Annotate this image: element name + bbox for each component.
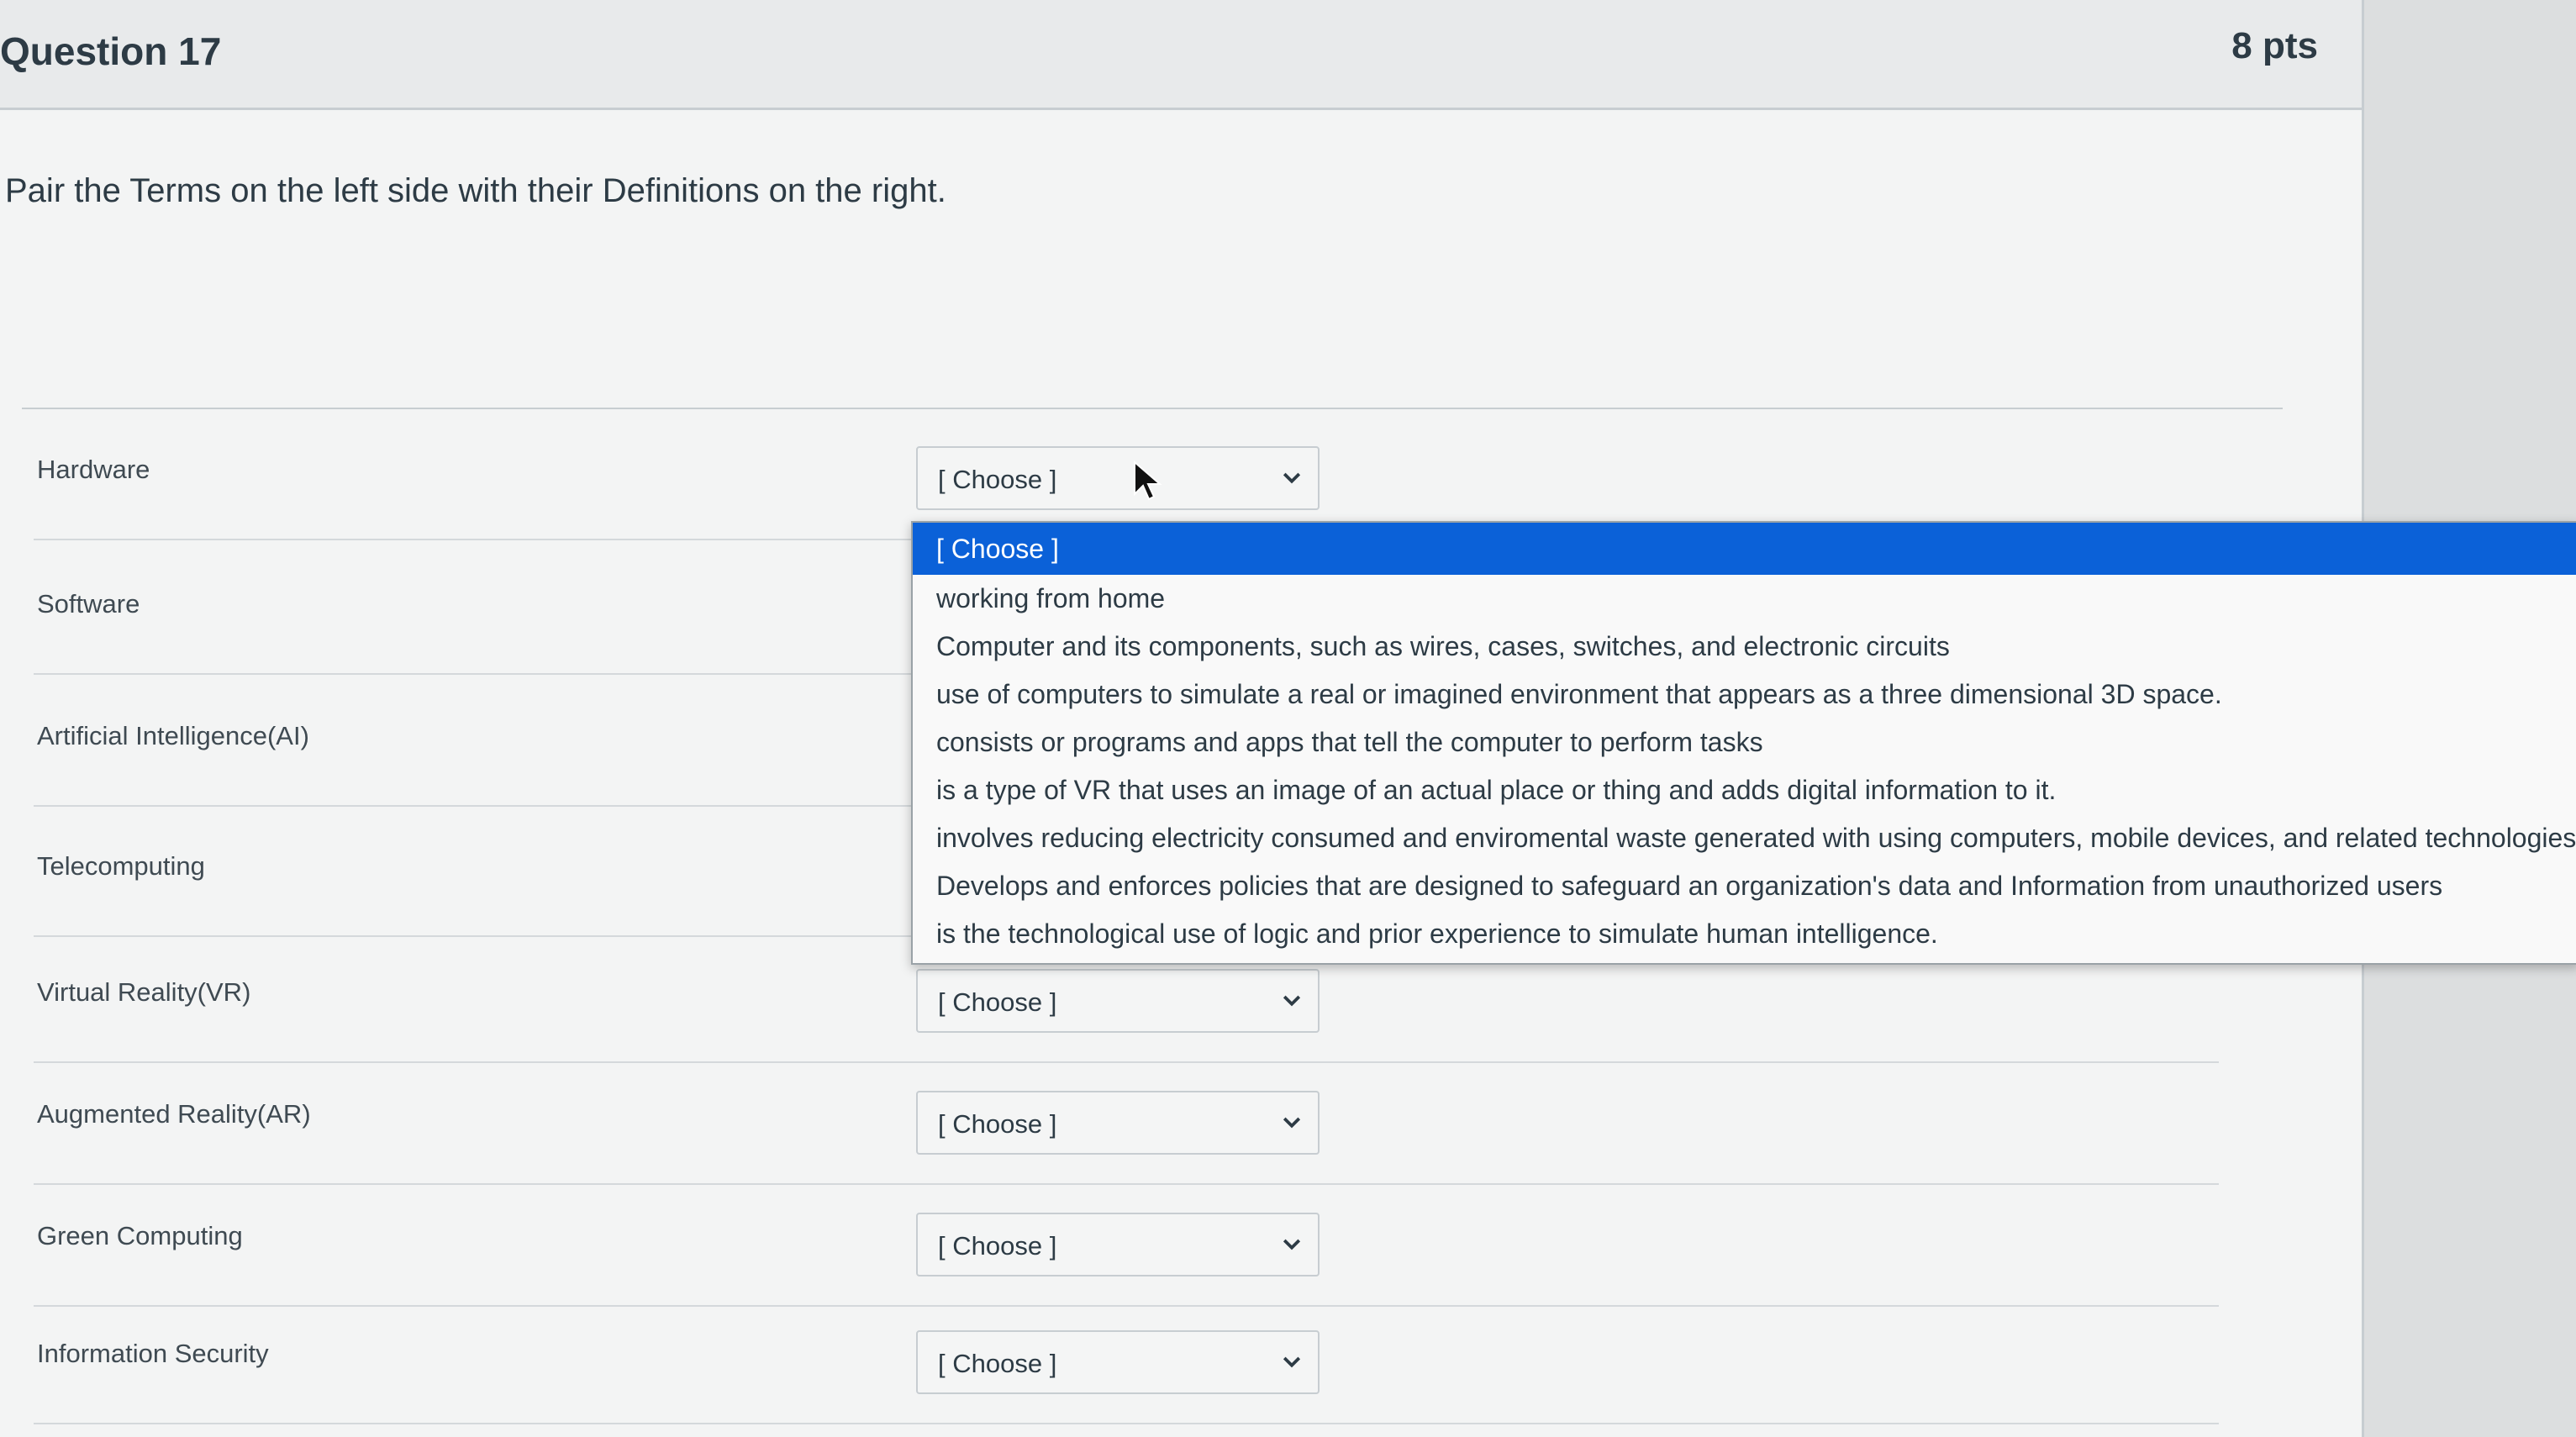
term-row-information-security: Information Security [ Choose ] bbox=[25, 1298, 2244, 1424]
definition-select-augmented-reality[interactable]: [ Choose ] bbox=[916, 1091, 1320, 1155]
select-current-value: [ Choose ] bbox=[938, 1231, 1057, 1261]
chevron-down-icon bbox=[1279, 1110, 1304, 1135]
term-label-software: Software bbox=[37, 589, 140, 618]
chevron-down-icon bbox=[1279, 988, 1304, 1013]
dropdown-option-hardware-definition[interactable]: Computer and its components, such as wir… bbox=[913, 623, 2576, 671]
definition-select-virtual-reality[interactable]: [ Choose ] bbox=[916, 969, 1320, 1033]
term-label-artificial-intelligence: Artificial Intelligence(AI) bbox=[37, 721, 309, 750]
chevron-down-icon bbox=[1279, 466, 1304, 491]
dropdown-option-augmented-reality-definition[interactable]: is a type of VR that uses an image of an… bbox=[913, 766, 2576, 814]
definition-select-green-computing[interactable]: [ Choose ] bbox=[916, 1213, 1320, 1276]
term-label-green-computing: Green Computing bbox=[37, 1221, 243, 1250]
term-label-augmented-reality: Augmented Reality(AR) bbox=[37, 1099, 311, 1129]
term-row-augmented-reality: Augmented Reality(AR) [ Choose ] bbox=[25, 1059, 2244, 1185]
definition-select-information-security[interactable]: [ Choose ] bbox=[916, 1330, 1320, 1394]
question-prompt: Pair the Terms on the left side with the… bbox=[5, 172, 946, 209]
term-row-green-computing: Green Computing [ Choose ] bbox=[25, 1181, 2244, 1307]
select-current-value: [ Choose ] bbox=[938, 1109, 1057, 1139]
select-current-value: [ Choose ] bbox=[938, 1349, 1057, 1378]
section-divider bbox=[22, 408, 2283, 409]
dropdown-option-virtual-reality-definition[interactable]: use of computers to simulate a real or i… bbox=[913, 671, 2576, 718]
dropdown-option-green-computing-definition[interactable]: involves reducing electricity consumed a… bbox=[913, 814, 2576, 862]
dropdown-option-information-security-definition[interactable]: Develops and enforces policies that are … bbox=[913, 862, 2576, 910]
chevron-down-icon bbox=[1279, 1232, 1304, 1257]
term-label-information-security: Information Security bbox=[37, 1339, 269, 1368]
select-current-value: [ Choose ] bbox=[938, 987, 1057, 1017]
dropdown-option-software-definition[interactable]: consists or programs and apps that tell … bbox=[913, 718, 2576, 766]
dropdown-option-ai-definition[interactable]: is the technological use of logic and pr… bbox=[913, 910, 2576, 958]
term-label-hardware: Hardware bbox=[37, 455, 150, 484]
term-label-virtual-reality: Virtual Reality(VR) bbox=[37, 977, 251, 1007]
definition-select-hardware[interactable]: [ Choose ] bbox=[916, 446, 1320, 510]
definition-dropdown-menu[interactable]: [ Choose ] working from home Computer an… bbox=[911, 521, 2576, 965]
select-current-value: [ Choose ] bbox=[938, 465, 1057, 494]
points-value: 8 pts bbox=[2231, 25, 2318, 66]
chevron-down-icon bbox=[1279, 1350, 1304, 1375]
dropdown-option-choose[interactable]: [ Choose ] bbox=[913, 523, 2576, 575]
question-title: Question 17 bbox=[0, 29, 222, 73]
dropdown-option-telecomputing-definition[interactable]: working from home bbox=[913, 575, 2576, 623]
question-header: Question 17 8 pts bbox=[0, 0, 2362, 110]
mouse-pointer-icon bbox=[1133, 460, 1163, 501]
term-label-telecomputing: Telecomputing bbox=[37, 851, 205, 881]
